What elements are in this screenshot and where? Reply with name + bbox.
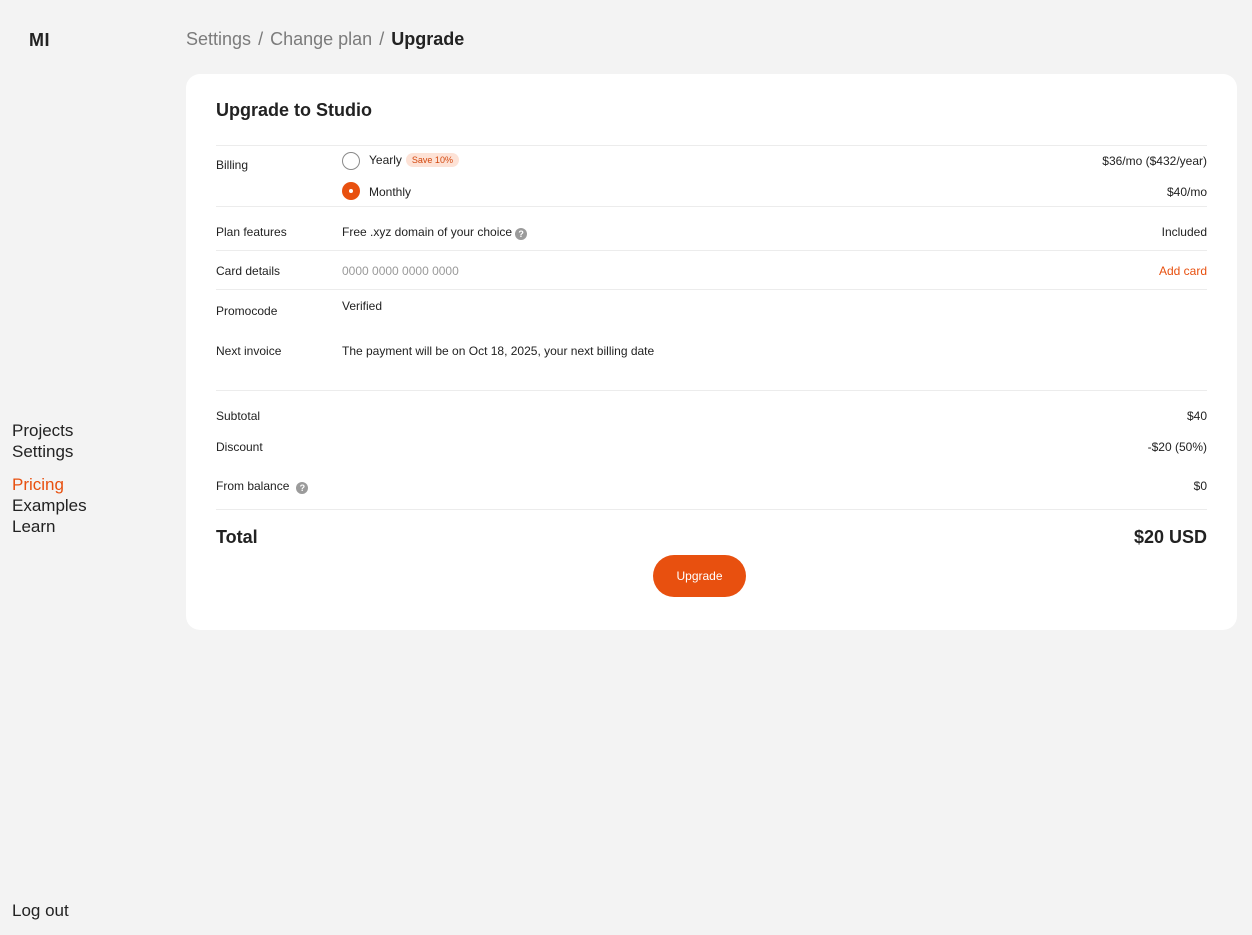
card-number-field[interactable]: 0000 0000 0000 0000 bbox=[342, 264, 459, 278]
next-invoice-text: The payment will be on Oct 18, 2025, you… bbox=[342, 344, 655, 358]
help-icon[interactable]: ? bbox=[515, 228, 528, 240]
breadcrumb-separator: / bbox=[258, 29, 264, 49]
discount-value: -$20 (50%) bbox=[1147, 440, 1207, 454]
next-invoice-label: Next invoice bbox=[216, 344, 282, 358]
monthly-price: $40/mo bbox=[1166, 185, 1207, 199]
discount-label: Discount bbox=[216, 440, 263, 454]
divider bbox=[216, 509, 1207, 510]
subtotal-value: $40 bbox=[1186, 409, 1207, 423]
from-balance-label: From balance bbox=[216, 479, 290, 493]
logo[interactable]: MI bbox=[29, 30, 50, 51]
yearly-radio[interactable] bbox=[342, 152, 360, 170]
save-badge: Save 10% bbox=[405, 153, 459, 167]
total-value: $20 USD bbox=[1133, 527, 1207, 547]
sidebar-item-pricing[interactable]: Pricing bbox=[12, 474, 87, 495]
from-balance-value: $0 bbox=[1193, 479, 1207, 493]
subtotal-label: Subtotal bbox=[216, 409, 261, 423]
breadcrumb-separator: / bbox=[379, 29, 385, 49]
plan-feature-text: Free .xyz domain of your choice bbox=[342, 225, 513, 239]
monthly-label[interactable]: Monthly bbox=[369, 185, 411, 199]
yearly-label: Yearly bbox=[369, 153, 402, 167]
monthly-radio[interactable] bbox=[342, 182, 360, 200]
promocode-status: Verified bbox=[342, 299, 383, 313]
divider bbox=[216, 250, 1207, 251]
upgrade-button[interactable]: Upgrade bbox=[653, 555, 746, 597]
total-label: Total bbox=[216, 527, 258, 547]
card-details-label: Card details bbox=[216, 264, 281, 278]
sidebar-nav: Projects Settings Pricing Examples Learn bbox=[12, 420, 87, 537]
yearly-price: $36/mo ($432/year) bbox=[1102, 154, 1207, 168]
divider bbox=[216, 145, 1207, 146]
sidebar-item-projects[interactable]: Projects bbox=[12, 420, 87, 441]
sidebar-item-examples[interactable]: Examples bbox=[12, 495, 87, 516]
promocode-label: Promocode bbox=[216, 304, 278, 318]
card-title: Upgrade to Studio bbox=[216, 100, 372, 120]
yearly-option[interactable]: Yearly Save 10% bbox=[369, 153, 459, 167]
plan-feature-status: Included bbox=[1161, 225, 1207, 239]
billing-label: Billing bbox=[216, 158, 249, 172]
breadcrumb: Settings / Change plan / Upgrade bbox=[186, 29, 464, 50]
divider bbox=[216, 289, 1207, 290]
plan-features-label: Plan features bbox=[216, 225, 287, 239]
plan-feature-value: Free .xyz domain of your choice? bbox=[342, 225, 528, 240]
divider bbox=[216, 206, 1207, 207]
logout-link[interactable]: Log out bbox=[12, 901, 69, 921]
breadcrumb-current: Upgrade bbox=[391, 29, 465, 49]
divider bbox=[216, 390, 1207, 391]
help-icon[interactable]: ? bbox=[296, 482, 309, 494]
upgrade-card: Upgrade to Studio Billing Yearly Save 10%… bbox=[186, 74, 1237, 630]
from-balance-row: From balance? bbox=[216, 479, 309, 494]
add-card-link[interactable]: Add card bbox=[1159, 264, 1207, 278]
breadcrumb-change-plan[interactable]: Change plan bbox=[270, 29, 372, 49]
sidebar-item-settings[interactable]: Settings bbox=[12, 441, 87, 462]
sidebar-item-learn[interactable]: Learn bbox=[12, 516, 87, 537]
breadcrumb-settings[interactable]: Settings bbox=[186, 29, 251, 49]
